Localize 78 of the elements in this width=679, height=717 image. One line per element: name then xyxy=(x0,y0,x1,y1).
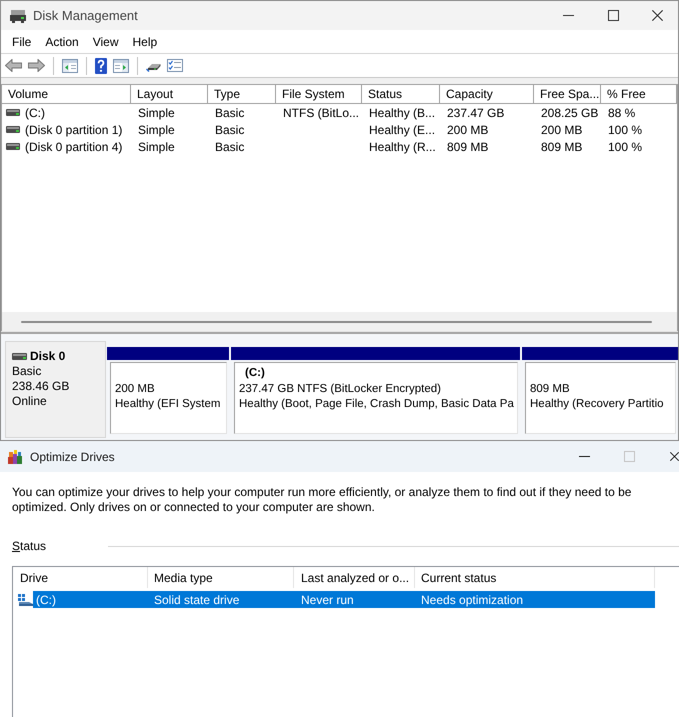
table-cell-text: 100 % xyxy=(607,122,644,138)
horizontal-scrollbar[interactable] xyxy=(21,320,652,322)
disk-drive-icon xyxy=(10,8,26,22)
table-cell-text: Basic xyxy=(214,122,246,138)
right-pane-icon[interactable] xyxy=(113,58,129,72)
table-cell-text: 100 % xyxy=(607,138,644,155)
table-cell-text: 200 MB xyxy=(540,122,584,138)
partition-box[interactable]: (C:) 237.47 GB NTFS (BitLocker Encrypted) Healthy (Boot, Page File, Crash Dump, Basic Data Pa xyxy=(234,362,518,434)
table-cell-text: Simple xyxy=(137,122,176,138)
drive-icon xyxy=(18,594,33,606)
table-cell-text: 88 % xyxy=(607,104,636,121)
table-row[interactable]: (C:) Solid state drive Never run Needs optimization xyxy=(33,591,655,608)
menu-item[interactable]: File xyxy=(5,32,38,52)
block-stack-icon xyxy=(8,450,22,464)
drive-icon xyxy=(6,109,20,116)
partition-label: (C:) xyxy=(244,366,265,381)
forward-arrow-icon[interactable] xyxy=(28,59,45,72)
partition-status: Healthy (Recovery Partitio xyxy=(530,397,664,412)
partition-size: 200 MB xyxy=(115,382,155,396)
column-header[interactable]: Type xyxy=(208,85,276,104)
menu-item[interactable]: Action xyxy=(38,32,86,52)
disk-drive-icon xyxy=(12,353,27,360)
table-cell-text: 809 MB xyxy=(540,138,584,155)
help-icon[interactable] xyxy=(95,58,107,74)
description-text: You can optimize your drives to help your computer run more efficiently, or analyze them to find out if they need to be optimized. Only drives on or connected to your computer are shown. xyxy=(12,485,632,515)
table-row[interactable]: (C:) Simple Basic NTFS (BitLo... Healthy (B... 237.47 GB 208.25 GB 88 % xyxy=(2,104,677,121)
table-cell-text: Basic xyxy=(214,104,246,121)
column-header[interactable]: Capacity xyxy=(440,85,534,104)
close-icon[interactable] xyxy=(652,10,662,21)
menu-item[interactable]: Help xyxy=(126,32,164,52)
drive-icon xyxy=(6,126,20,133)
column-header[interactable]: % Free xyxy=(601,85,677,104)
table-cell: (C:) xyxy=(25,106,45,120)
table-cell-text: Simple xyxy=(137,138,176,155)
table-cell-text: Simple xyxy=(137,104,176,121)
column-header[interactable]: Volume xyxy=(2,85,131,104)
disk-status: Online xyxy=(12,394,47,409)
table-cell-text: 208.25 GB xyxy=(540,104,600,121)
back-arrow-icon[interactable] xyxy=(5,59,22,72)
table-cell-text: 200 MB xyxy=(446,122,490,138)
table-cell: (Disk 0 partition 1) xyxy=(25,122,122,136)
disk-info-panel[interactable]: Disk 0 Basic 238.46 GB Online xyxy=(5,341,106,438)
drive-icon xyxy=(6,143,20,150)
column-header[interactable]: Status xyxy=(362,85,440,104)
table-cell-text: Basic xyxy=(214,138,246,155)
partition-status: Healthy (EFI System xyxy=(115,397,220,412)
table-cell-text: 237.47 GB xyxy=(446,104,506,121)
table-cell: (Disk 0 partition 4) xyxy=(25,140,122,154)
close-icon[interactable] xyxy=(670,452,679,461)
table-cell-text: Needs optimization xyxy=(420,592,524,608)
left-pane-icon[interactable] xyxy=(62,58,78,72)
table-cell-text: (C:) xyxy=(35,592,57,608)
table-cell-text: Solid state drive xyxy=(153,592,240,608)
disk-name: Disk 0 xyxy=(30,349,66,364)
table-row[interactable]: (Disk 0 partition 1) Simple Basic Healthy (E... 200 MB 200 MB 100 % xyxy=(2,121,677,138)
partition-size: 237.47 GB NTFS (BitLocker Encrypted) xyxy=(239,382,441,396)
section-label: Status xyxy=(12,539,48,553)
menu-item[interactable]: View xyxy=(86,32,126,52)
column-header[interactable]: Free Spa... xyxy=(534,85,601,104)
table-cell-text: Healthy (B... xyxy=(368,104,436,121)
table-cell-text: 809 MB xyxy=(446,138,490,155)
column-header[interactable]: File System xyxy=(276,85,362,104)
partition-status: Healthy (Boot, Page File, Crash Dump, Basic Data Pa xyxy=(239,397,514,412)
table-cell-text: Never run xyxy=(300,592,355,608)
partition-box[interactable]: 200 MB Healthy (EFI System xyxy=(110,362,227,434)
disk-size: 238.46 GB xyxy=(12,379,70,394)
partition-size: 809 MB xyxy=(530,382,570,396)
window-title: Disk Management xyxy=(33,8,138,23)
column-header[interactable]: Layout xyxy=(131,85,208,104)
table-cell-text: Healthy (E... xyxy=(368,122,436,138)
table-cell-text: Healthy (R... xyxy=(368,138,437,155)
partition-box[interactable]: 809 MB Healthy (Recovery Partitio xyxy=(525,362,676,434)
window-title: Optimize Drives xyxy=(30,450,115,464)
maximize-icon[interactable] xyxy=(608,10,619,21)
table-cell-text: NTFS (BitLo... xyxy=(282,104,360,121)
checklist-icon[interactable] xyxy=(167,59,183,72)
table-row[interactable]: (Disk 0 partition 4) Simple Basic Healthy (R... 809 MB 809 MB 100 % xyxy=(2,138,677,155)
disk-type: Basic xyxy=(12,364,42,379)
